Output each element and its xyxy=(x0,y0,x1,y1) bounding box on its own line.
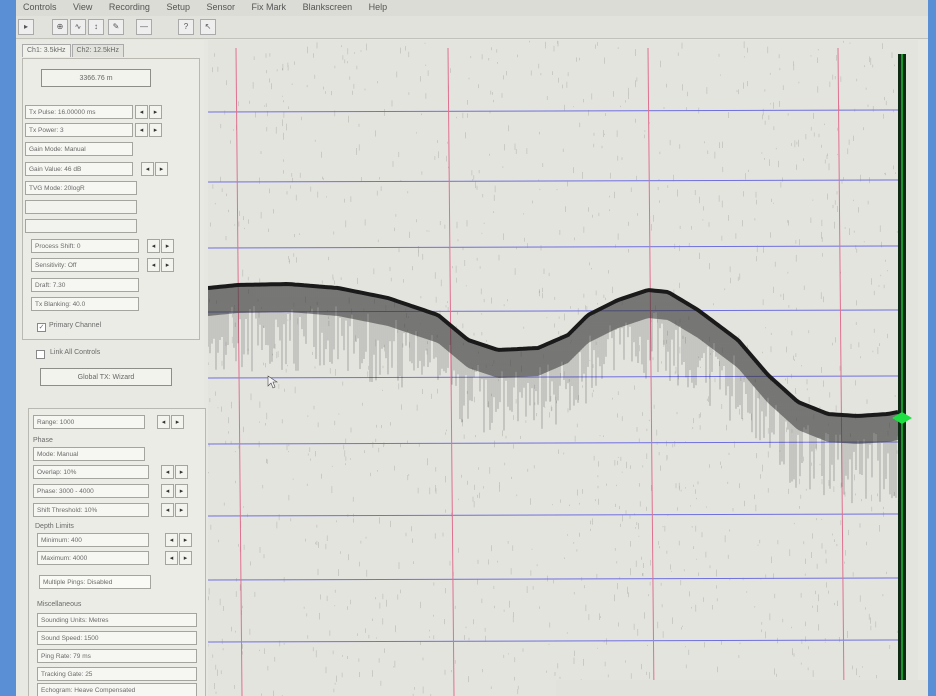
depth-maximum-decrease-button[interactable]: ◂ xyxy=(165,551,178,565)
toolbar: ▸ ⊕ ∿ ↕ ✎ — ? ↖ xyxy=(16,16,928,39)
depth-maximum-field[interactable]: Maximum: 4000 xyxy=(37,551,149,565)
process-shift-decrease-button[interactable]: ◂ xyxy=(147,239,160,253)
tx-pulse-decrease-button[interactable]: ◂ xyxy=(135,105,148,119)
menu-controls[interactable]: Controls xyxy=(16,0,64,14)
link-all-controls-label: Link All Controls xyxy=(50,349,101,356)
disabled-field-2 xyxy=(25,219,137,233)
phase-increase-button[interactable]: ▸ xyxy=(175,484,188,498)
miscellaneous-label: Miscellaneous xyxy=(37,601,82,608)
shift-threshold-increase-button[interactable]: ▸ xyxy=(175,503,188,517)
phase-decrease-button[interactable]: ◂ xyxy=(161,484,174,498)
draft-field[interactable]: Draft: 7.30 xyxy=(31,278,139,292)
link-all-controls-checkbox[interactable] xyxy=(36,350,45,359)
screen: Controls View Recording Setup Sensor Fix… xyxy=(16,0,928,696)
tide-icon[interactable]: ∿ xyxy=(70,19,86,35)
status-bar xyxy=(556,680,928,696)
menu-fix-mark[interactable]: Fix Mark xyxy=(245,0,294,14)
cursor-icon[interactable]: ▸ xyxy=(18,19,34,35)
global-tx-wizard-button[interactable]: Global TX: Wizard xyxy=(40,368,172,386)
channel-settings-group: 3366.76 m Tx Pulse: 16.00000 ms ◂ ▸ Tx P… xyxy=(22,58,200,340)
range-decrease-button[interactable]: ◂ xyxy=(157,415,170,429)
menu-sensor[interactable]: Sensor xyxy=(200,0,243,14)
ping-rate-field[interactable]: Ping Rate: 79 ms xyxy=(37,649,197,663)
tab-ch1[interactable]: Ch1: 3.5kHz xyxy=(22,44,71,57)
gain-value-field[interactable]: Gain Value: 46 dB xyxy=(25,162,133,176)
help-icon[interactable]: ? xyxy=(178,19,194,35)
depth-minimum-field[interactable]: Minimum: 400 xyxy=(37,533,149,547)
tx-power-increase-button[interactable]: ▸ xyxy=(149,123,162,137)
gain-value-increase-button[interactable]: ▸ xyxy=(155,162,168,176)
process-shift-increase-button[interactable]: ▸ xyxy=(161,239,174,253)
multiple-pings-field[interactable]: Multiple Pings: Disabled xyxy=(39,575,151,589)
scale-icon[interactable]: ↕ xyxy=(88,19,104,35)
shift-threshold-decrease-button[interactable]: ◂ xyxy=(161,503,174,517)
menu-setup[interactable]: Setup xyxy=(159,0,197,14)
sound-speed-field[interactable]: Sound Speed: 1500 xyxy=(37,631,197,645)
menu-view[interactable]: View xyxy=(66,0,99,14)
line-icon[interactable]: — xyxy=(136,19,152,35)
range-increase-button[interactable]: ▸ xyxy=(171,415,184,429)
echogram-background xyxy=(208,40,918,696)
echogram-field[interactable]: Echogram: Heave Compensated xyxy=(37,683,197,696)
sensitivity-decrease-button[interactable]: ◂ xyxy=(147,258,160,272)
echogram-display[interactable] xyxy=(208,40,918,696)
channel-tabs: Ch1: 3.5kHz Ch2: 12.5kHz xyxy=(22,44,125,58)
menu-recording[interactable]: Recording xyxy=(102,0,157,14)
process-shift-field[interactable]: Process Shift: 0 xyxy=(31,239,139,253)
gain-value-decrease-button[interactable]: ◂ xyxy=(141,162,154,176)
phase-range-field[interactable]: Phase: 3000 - 4000 xyxy=(33,484,149,498)
range-field[interactable]: Range: 1000 xyxy=(33,415,145,429)
sensitivity-field[interactable]: Sensitivity: Off xyxy=(31,258,139,272)
phase-label: Phase xyxy=(33,437,53,444)
tx-blanking-field[interactable]: Tx Blanking: 40.0 xyxy=(31,297,139,311)
depth-readout: 3366.76 m xyxy=(41,69,151,87)
control-panel: Ch1: 3.5kHz Ch2: 12.5kHz 3366.76 m Tx Pul… xyxy=(20,40,206,696)
menu-bar: Controls View Recording Setup Sensor Fix… xyxy=(16,0,928,17)
tx-power-field[interactable]: Tx Power: 3 xyxy=(25,123,133,137)
overlap-field[interactable]: Overlap: 10% xyxy=(33,465,149,479)
edit-icon[interactable]: ✎ xyxy=(108,19,124,35)
disabled-field-1 xyxy=(25,200,137,214)
tx-pulse-increase-button[interactable]: ▸ xyxy=(149,105,162,119)
primary-channel-checkbox[interactable]: ✓ xyxy=(37,323,46,332)
sensitivity-increase-button[interactable]: ▸ xyxy=(161,258,174,272)
menu-blankscreen[interactable]: Blankscreen xyxy=(296,0,360,14)
shift-threshold-field[interactable]: Shift Threshold: 10% xyxy=(33,503,149,517)
primary-channel-label: Primary Channel xyxy=(49,322,102,329)
sounding-units-field[interactable]: Sounding Units: Metres xyxy=(37,613,197,627)
depth-minimum-decrease-button[interactable]: ◂ xyxy=(165,533,178,547)
tx-power-decrease-button[interactable]: ◂ xyxy=(135,123,148,137)
tvg-mode-field[interactable]: TVG Mode: 20logR xyxy=(25,181,137,195)
menu-help[interactable]: Help xyxy=(362,0,395,14)
depth-limits-label: Depth Limits xyxy=(35,523,74,530)
zoom-icon[interactable]: ⊕ xyxy=(52,19,68,35)
phase-mode-field[interactable]: Mode: Manual xyxy=(33,447,145,461)
overlap-decrease-button[interactable]: ◂ xyxy=(161,465,174,479)
gain-mode-field[interactable]: Gain Mode: Manual xyxy=(25,142,133,156)
context-help-icon[interactable]: ↖ xyxy=(200,19,216,35)
range-settings-group: Range: 1000 ◂ ▸ Phase Mode: Manual Overl… xyxy=(28,408,206,696)
tracking-gate-field[interactable]: Tracking Gate: 25 xyxy=(37,667,197,681)
tab-ch2[interactable]: Ch2: 12.5kHz xyxy=(71,44,124,57)
overlap-increase-button[interactable]: ▸ xyxy=(175,465,188,479)
tx-pulse-field[interactable]: Tx Pulse: 16.00000 ms xyxy=(25,105,133,119)
depth-maximum-increase-button[interactable]: ▸ xyxy=(179,551,192,565)
depth-minimum-increase-button[interactable]: ▸ xyxy=(179,533,192,547)
